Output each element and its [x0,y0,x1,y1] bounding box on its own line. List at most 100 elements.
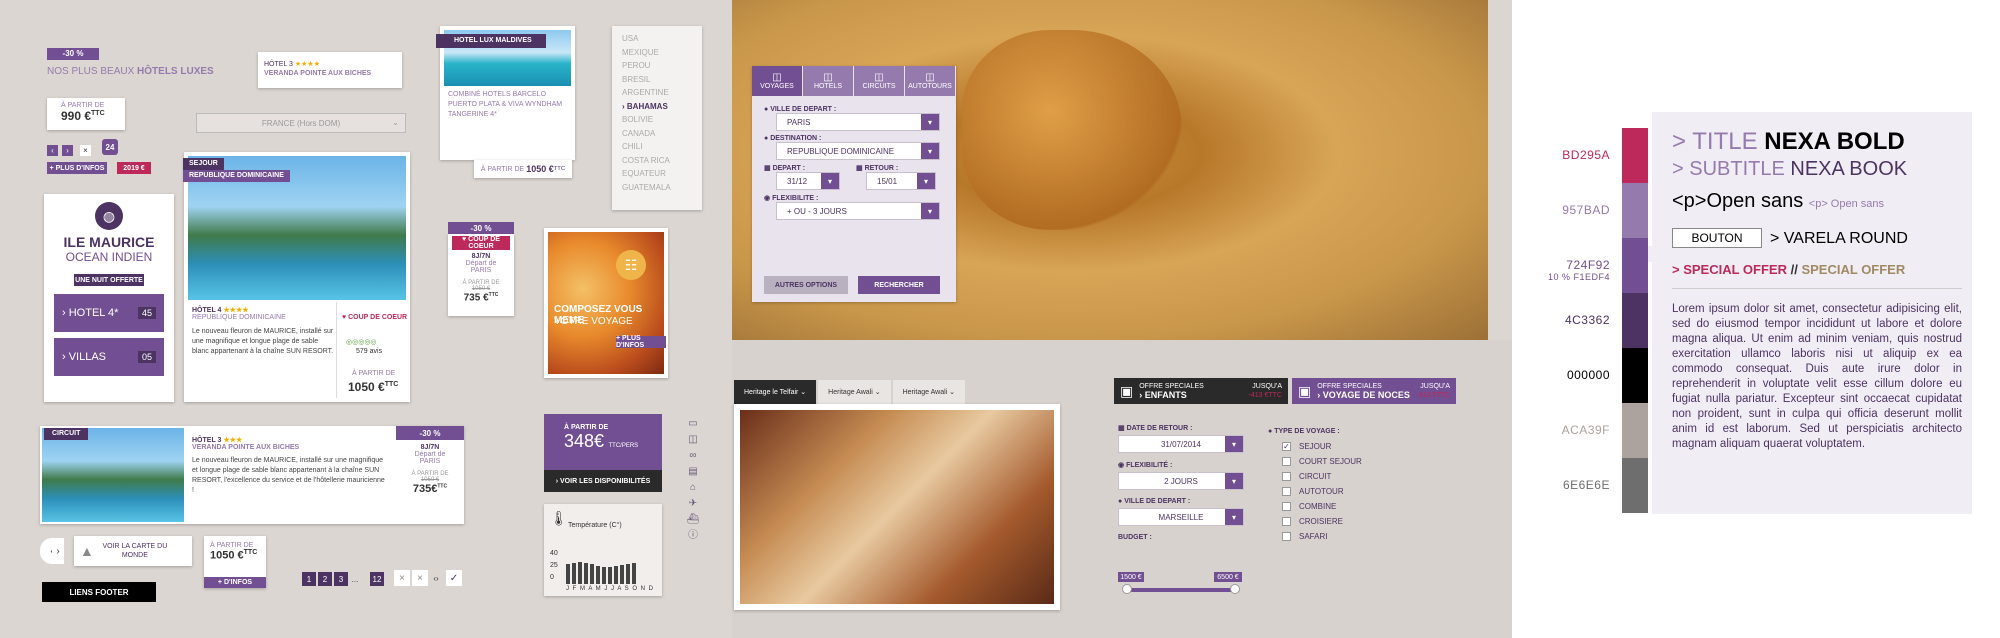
plane-icon[interactable]: ✈ [686,496,700,512]
temp-title: Température (C°) [568,522,622,529]
dominican-coeur: COUP DE COEUR [348,314,408,321]
close-icon[interactable]: × [80,145,91,156]
country-item[interactable]: USA [622,32,692,46]
bus-icon[interactable]: ▤ [686,464,700,480]
destination-select[interactable]: REPUBLIQUE DOMINICAINE ▾ [776,142,940,160]
page-button[interactable]: 3 [334,572,348,586]
checkbox[interactable] [1282,472,1291,481]
slider-handle-max[interactable] [1230,584,1240,594]
page-button[interactable]: 2 [318,572,332,586]
compose-cta-button[interactable]: + PLUS D'INFOS [616,335,666,349]
footer-links[interactable]: LIENS FOOTER [42,582,156,602]
compose-card[interactable]: ☷ COMPOSEZ VOUS MEME VOTRE VOYAGE + PLUS… [544,228,668,378]
form-retour-select[interactable]: 31/07/2014 ▾ [1118,435,1244,453]
ile-item[interactable]: › HOTEL 4* 45 [54,294,164,332]
country-item[interactable]: › BAHAMAS [622,100,692,114]
close-icon[interactable]: × [394,570,410,586]
room-tab[interactable]: Heritage Awali ⌄ [818,380,891,404]
dominican-card[interactable]: HÔTEL 4 ★★★★ REPUBLIQUE DOMINICAINE Le n… [184,152,410,402]
title-a: > TITLE [1672,128,1758,155]
country-item[interactable]: PEROU [622,59,692,73]
plus-infos-button[interactable]: + PLUS D'INFOS [47,162,107,174]
dominican-price-value: 1050 € [348,380,385,394]
checkbox[interactable] [1282,487,1291,496]
type-option[interactable]: COMBINE [1282,499,1388,514]
type-option[interactable]: COURT SEJOUR [1282,454,1388,469]
country-item[interactable]: COSTA RICA [622,154,692,168]
flex-select[interactable]: + OU - 3 JOURS ▾ [776,202,940,220]
prev-icon[interactable]: ‹ [47,145,58,156]
binoculars-icon[interactable]: ∞ [686,448,700,464]
type-option[interactable]: ✓ SEJOUR [1282,439,1388,454]
search-tab[interactable]: ◫ AUTOTOURS [905,66,956,96]
bouton-sample[interactable]: BOUTON [1672,228,1762,248]
budget-slider[interactable] [1124,588,1238,592]
more-options-button[interactable]: AUTRES OPTIONS [764,276,848,294]
circuit-card[interactable]: HÔTEL 3 ★★★ VERANDA POINTE AUX BICHES Le… [40,426,464,524]
country-list[interactable]: USA MEXIQUE PEROU BRESIL ARGENTINE › BAHAMAS B… [612,26,702,210]
page-button[interactable]: ... [350,572,360,586]
type-option[interactable]: CIRCUIT [1282,469,1388,484]
tab-icon: ◫ [772,72,782,83]
country-item[interactable]: ARGENTINE [622,86,692,100]
type-option[interactable]: SAFARI [1282,529,1388,544]
form-dep-select[interactable]: MARSEILLE ▾ [1118,508,1244,526]
info-icon[interactable]: ⓘ [686,528,700,544]
check-icon[interactable]: ✓ [446,570,462,586]
retour-select[interactable]: 15/01 ▾ [866,172,936,190]
hotel-icon[interactable]: ⌂ [686,480,700,496]
hotel-chip[interactable]: HÔTEL 3 ★★★★ VERANDA POINTE AUX BICHES [258,52,402,88]
checkbox[interactable] [1282,517,1291,526]
mini-card[interactable]: ♥ COUP DE COEUR 8J/7N Départ de PARIS À … [448,234,514,316]
offer-badge[interactable]: ▣ OFFRE SPECIALES › ENFANTS JUSQU'A -413 €TT… [1114,378,1288,404]
room-photo [740,410,1054,604]
country-item[interactable]: BOLIVIE [622,113,692,127]
search-tab[interactable]: ◫ VOYAGES [752,66,803,96]
page-button[interactable]: 12 [370,572,384,586]
france-select[interactable]: FRANCE (Hors DOM) ⌄ [196,113,406,133]
ile-item[interactable]: › VILLAS 05 [54,338,164,376]
checkbox[interactable] [1282,457,1291,466]
slider-handle-min[interactable] [1122,584,1132,594]
ile-maurice-card[interactable]: ◍ ILE MAURICE OCEAN INDIEN UNE NUIT OFFE… [44,194,174,402]
type-option[interactable]: CROISIERE [1282,514,1388,529]
page-button[interactable]: 1 [302,572,316,586]
availability-button[interactable]: › VOIR LES DISPONIBILITÉS [544,470,662,492]
country-item[interactable]: CANADA [622,127,692,141]
chevron-down-icon: ▾ [1225,436,1243,452]
chevron-down-icon: ▾ [921,203,939,219]
search-button[interactable]: RECHERCHER [858,276,940,294]
world-map-button[interactable]: ▲ VOIR LA CARTE DU MONDE [74,536,192,566]
compose-line2: VOTRE VOYAGE [554,316,633,327]
country-item[interactable]: BRESIL [622,73,692,87]
departure-select[interactable]: PARIS ▾ [776,113,940,131]
next-icon[interactable]: › [62,145,73,156]
search-tab[interactable]: ◫ CIRCUITS [854,66,905,96]
pin-icon: ● VILLE DE DEPART : [1118,498,1191,505]
depart-select[interactable]: 31/12 ▾ [776,172,840,190]
room-tab[interactable]: Heritage le Telfair ⌄ [734,380,817,404]
checkbox[interactable]: ✓ [1282,442,1291,451]
promo-price: 990 €TTC [61,109,125,123]
offer-badge[interactable]: ▣ OFFRE SPECIALES › VOYAGE DE NOCES JUSQU'A… [1292,378,1456,404]
country-item[interactable]: EQUATEUR [622,167,692,181]
country-item[interactable]: MEXIQUE [622,46,692,60]
infos-button[interactable]: + D'INFOS [204,577,266,588]
checkbox[interactable] [1282,532,1291,541]
checkbox[interactable] [1282,502,1291,511]
country-item[interactable]: CHILI [622,140,692,154]
mini-nights: 8J/7N [471,253,491,260]
country-item[interactable]: GUATEMALA [622,181,692,195]
search-tab[interactable]: ◫ HOTELS [803,66,854,96]
form-flex-select[interactable]: 2 JOURS ▾ [1118,472,1244,490]
stepper-icon[interactable]: ‹› [432,568,440,588]
retour-col: ▦ RETOUR : 15/01 ▾ [856,164,936,190]
close-icon[interactable]: × [412,570,428,586]
ship-icon[interactable]: ⛴ [686,512,700,528]
book-icon[interactable]: ◫ [686,432,700,448]
room-tab[interactable]: Heritage Awali ⌄ [892,380,966,404]
type-option[interactable]: AUTOTOUR [1282,484,1388,499]
comment-icon[interactable]: ▭ [686,416,700,432]
subtitle-a: > SUBTITLE [1672,158,1785,180]
tab-icon: ◫ [925,72,935,83]
